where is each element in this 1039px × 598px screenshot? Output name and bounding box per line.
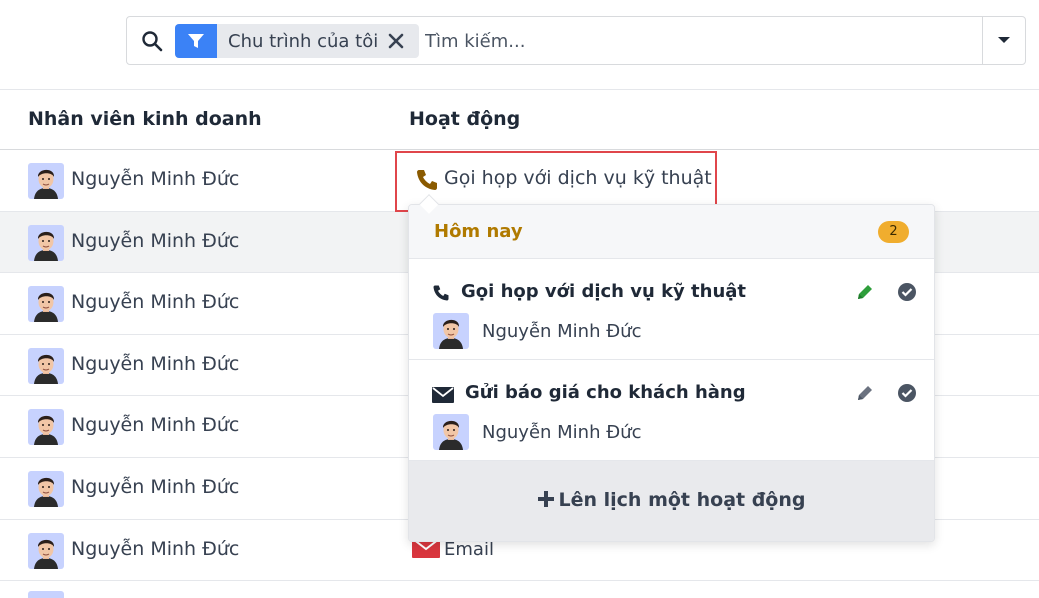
- check-circle-icon[interactable]: [897, 383, 917, 407]
- salesperson-name: Nguyễn Minh Đức: [71, 291, 240, 314]
- salesperson-name: Nguyễn Minh Đức: [71, 168, 240, 190]
- avatar: [28, 286, 64, 323]
- table-row[interactable]: [0, 581, 1039, 598]
- search-options-toggle[interactable]: [982, 17, 1025, 64]
- activity-label: Gọi họp với dịch vụ kỹ thuật: [444, 167, 712, 189]
- search-input[interactable]: [425, 26, 965, 56]
- avatar: [28, 163, 64, 199]
- activity-title: Gửi báo giá cho khách hàng: [465, 382, 746, 403]
- activity-count-badge: 2: [878, 221, 909, 243]
- assigned-user: Nguyễn Minh Đức: [482, 422, 642, 443]
- envelope-icon: [432, 387, 454, 407]
- activity-cell-highlighted[interactable]: Gọi họp với dịch vụ kỹ thuật: [395, 151, 717, 212]
- activity-title: Gọi họp với dịch vụ kỹ thuật: [461, 281, 747, 302]
- avatar: [433, 313, 469, 349]
- close-icon[interactable]: [385, 30, 407, 52]
- assigned-user: Nguyễn Minh Đức: [482, 321, 642, 342]
- salesperson-name: Nguyễn Minh Đức: [71, 537, 240, 560]
- activity-item[interactable]: Gửi báo giá cho khách hàng Nguyễn Minh Đ…: [409, 360, 934, 461]
- today-section-title: Hôm nay: [434, 221, 523, 242]
- phone-icon: [432, 284, 450, 306]
- avatar: [28, 470, 64, 507]
- table-header: Nhân viên kinh doanh Hoạt động: [0, 89, 1039, 150]
- schedule-activity-row: Lên lịch một hoạt động: [409, 489, 934, 511]
- activity-popover: Hôm nay 2 Gọi họp với dịch vụ kỹ thuật N…: [408, 204, 935, 542]
- facet-label: Chu trình của tôi: [228, 31, 379, 52]
- avatar: [433, 414, 469, 450]
- salesperson-name: Nguyễn Minh Đức: [71, 229, 240, 252]
- avatar: [28, 347, 64, 384]
- phone-icon: [415, 168, 439, 196]
- filter-facet[interactable]: Chu trình của tôi: [175, 24, 419, 58]
- avatar: [28, 409, 64, 446]
- avatar: [28, 532, 64, 569]
- schedule-activity-label: Lên lịch một hoạt động: [558, 489, 806, 511]
- salesperson-name: Nguyễn Minh Đức: [71, 475, 240, 498]
- schedule-activity-button[interactable]: Lên lịch một hoạt động: [409, 461, 934, 541]
- salesperson-name: Nguyễn Minh Đức: [71, 414, 240, 437]
- pencil-icon[interactable]: [855, 383, 875, 407]
- check-circle-icon[interactable]: [897, 282, 917, 306]
- column-header-activity[interactable]: Hoạt động: [409, 108, 520, 130]
- avatar: [28, 591, 64, 598]
- salesperson-name: Nguyễn Minh Đức: [71, 352, 240, 375]
- filter-icon: [175, 24, 217, 58]
- search-icon[interactable]: [141, 30, 163, 52]
- activity-item[interactable]: Gọi họp với dịch vụ kỹ thuật Nguyễn Minh…: [409, 259, 934, 360]
- plus-icon: [537, 489, 559, 511]
- pencil-icon[interactable]: [855, 282, 875, 306]
- search-bar: Chu trình của tôi: [126, 16, 1026, 65]
- avatar: [28, 224, 64, 261]
- popover-header: Hôm nay 2: [409, 205, 934, 259]
- column-header-salesperson[interactable]: Nhân viên kinh doanh: [28, 108, 262, 130]
